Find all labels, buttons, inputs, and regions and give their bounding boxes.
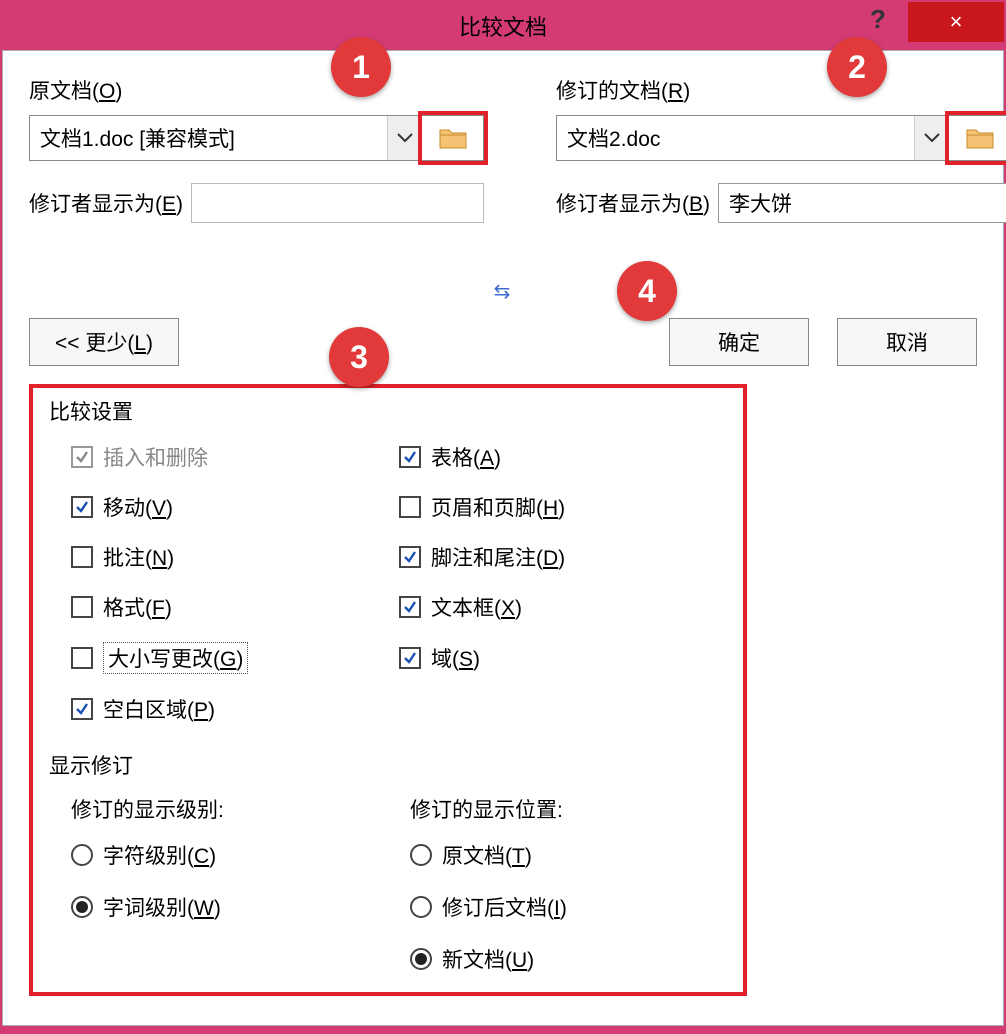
revised-doc-label: 修订的文档(R) xyxy=(556,75,1006,105)
radio-where-new[interactable]: 新文档(U) xyxy=(410,944,727,974)
checkbox-label: 批注(N) xyxy=(103,542,174,572)
radio-label: 原文档(T) xyxy=(442,840,532,870)
checkbox-label: 文本框(X) xyxy=(431,592,522,622)
checkbox-headfoot[interactable]: 页眉和页脚(H) xyxy=(399,492,727,522)
original-doc-panel: 原文档(O) 修订者显示为(E) xyxy=(29,75,484,255)
close-icon: × xyxy=(950,9,963,35)
checkbox-label: 大小写更改(G) xyxy=(103,642,248,674)
checkbox-comment[interactable]: 批注(N) xyxy=(71,542,399,572)
original-reviewer-label: 修订者显示为(E) xyxy=(29,188,183,218)
checkbox-label: 插入和删除 xyxy=(103,442,208,472)
show-revisions-title: 显示修订 xyxy=(49,750,727,780)
checkbox-fields[interactable]: 域(S) xyxy=(399,642,727,674)
checkbox-move[interactable]: 移动(V) xyxy=(71,492,399,522)
revised-doc-input[interactable] xyxy=(557,116,914,160)
less-button[interactable]: << 更少(L) xyxy=(29,318,179,366)
checkbox-label: 表格(A) xyxy=(431,442,501,472)
checkbox-label: 空白区域(P) xyxy=(103,694,215,724)
original-reviewer-input[interactable] xyxy=(191,183,484,223)
checkbox-box xyxy=(399,546,421,568)
dialog-body: 1 2 3 4 原文档(O) xyxy=(2,50,1004,1026)
checkbox-table[interactable]: 表格(A) xyxy=(399,442,727,472)
annotation-badge-1: 1 xyxy=(331,37,391,97)
radio-circle xyxy=(71,844,93,866)
checkbox-box xyxy=(71,446,93,468)
folder-icon xyxy=(438,126,468,150)
checkbox-footend[interactable]: 脚注和尾注(D) xyxy=(399,542,727,572)
checkbox-label: 移动(V) xyxy=(103,492,173,522)
checkbox-box xyxy=(71,546,93,568)
checkbox-format[interactable]: 格式(F) xyxy=(71,592,399,622)
checkbox-box xyxy=(71,647,93,669)
radio-level-word[interactable]: 字词级别(W) xyxy=(71,892,388,922)
radio-label: 字词级别(W) xyxy=(103,892,221,922)
revision-level-label: 修订的显示级别: xyxy=(71,794,388,824)
revised-reviewer-label: 修订者显示为(B) xyxy=(556,188,710,218)
radio-level-char[interactable]: 字符级别(C) xyxy=(71,840,388,870)
radio-circle xyxy=(410,948,432,970)
original-doc-label: 原文档(O) xyxy=(29,75,484,105)
compare-settings-title: 比较设置 xyxy=(49,396,727,426)
checkbox-casechg[interactable]: 大小写更改(G) xyxy=(71,642,399,674)
revision-location-label: 修订的显示位置: xyxy=(410,794,727,824)
close-button[interactable]: × xyxy=(908,2,1004,42)
checkbox-label: 格式(F) xyxy=(103,592,172,622)
original-doc-combo[interactable] xyxy=(29,115,422,161)
cancel-button[interactable]: 取消 xyxy=(837,318,977,366)
radio-where-orig[interactable]: 原文档(T) xyxy=(410,840,727,870)
checkbox-blank[interactable]: 空白区域(P) xyxy=(71,694,399,724)
checkbox-textbox[interactable]: 文本框(X) xyxy=(399,592,727,622)
annotation-badge-4: 4 xyxy=(617,261,677,321)
chevron-down-icon[interactable] xyxy=(914,116,948,160)
radio-circle xyxy=(410,844,432,866)
checkbox-box xyxy=(399,496,421,518)
checkbox-box xyxy=(71,496,93,518)
checkbox-box xyxy=(399,647,421,669)
checkbox-label: 脚注和尾注(D) xyxy=(431,542,565,572)
revised-doc-panel: 修订的文档(R) 修订者显示为(B) xyxy=(556,75,1006,255)
checkbox-box xyxy=(71,698,93,720)
help-button[interactable]: ? xyxy=(858,4,898,35)
original-browse-button[interactable] xyxy=(422,115,484,161)
radio-label: 字符级别(C) xyxy=(103,840,216,870)
radio-where-rev[interactable]: 修订后文档(I) xyxy=(410,892,727,922)
chevron-down-icon[interactable] xyxy=(387,116,421,160)
radio-label: 新文档(U) xyxy=(442,944,534,974)
original-doc-input[interactable] xyxy=(30,116,387,160)
checkbox-box xyxy=(71,596,93,618)
checkbox-ins_del: 插入和删除 xyxy=(71,442,399,472)
checkbox-label: 页眉和页脚(H) xyxy=(431,492,565,522)
revised-doc-combo[interactable] xyxy=(556,115,949,161)
radio-label: 修订后文档(I) xyxy=(442,892,567,922)
annotation-badge-3: 3 xyxy=(329,327,389,387)
ok-button[interactable]: 确定 xyxy=(669,318,809,366)
annotation-badge-2: 2 xyxy=(827,37,887,97)
swap-icon[interactable]: ⇆ xyxy=(29,279,977,304)
radio-circle xyxy=(71,896,93,918)
checkbox-label: 域(S) xyxy=(431,643,480,673)
revised-reviewer-input[interactable] xyxy=(718,183,1006,223)
radio-circle xyxy=(410,896,432,918)
window-title: 比较文档 xyxy=(459,10,547,42)
revised-browse-button[interactable] xyxy=(949,115,1006,161)
folder-icon xyxy=(965,126,995,150)
checkbox-box xyxy=(399,596,421,618)
compare-settings-panel: 比较设置 插入和删除 表格(A) 移动(V) 页眉和页脚(H) 批注(N) 脚注和尾注(D… xyxy=(29,384,747,996)
checkbox-box xyxy=(399,446,421,468)
